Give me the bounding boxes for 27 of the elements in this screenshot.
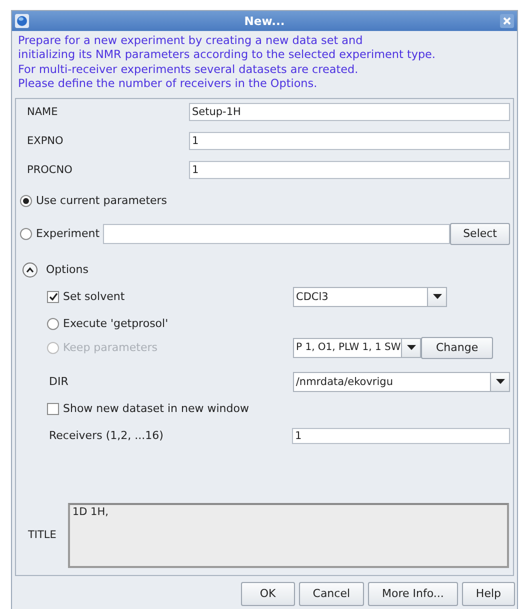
option-label: DIR — [49, 375, 68, 388]
input-field[interactable]: 1 — [189, 160, 510, 179]
field-label: PROCNO — [26, 164, 74, 176]
dialog-button[interactable]: Help — [462, 582, 515, 606]
input-field[interactable]: Setup-1H — [189, 102, 510, 121]
dropdown[interactable]: CDCl3 — [293, 286, 447, 307]
dialog-button[interactable]: More Info... — [368, 582, 458, 606]
field-label: EXPNO — [26, 134, 64, 147]
title-text-area[interactable]: 1D 1H, — [68, 502, 509, 568]
input-field[interactable]: 1 — [189, 132, 510, 150]
field-label: NAME — [26, 106, 59, 118]
field-label: TITLE — [27, 529, 58, 542]
option-label: Receivers (1,2, ...16) — [49, 429, 164, 442]
instructions-text: Prepare for a new experiment by creating a new data set and initializing its NMR parameters according to the selected experiment type. For multi-receiver experiments several datasets are created. Please define the number of receivers in the Options. — [17, 33, 436, 92]
dropdown[interactable]: /nmrdata/ekovrigu — [292, 372, 510, 392]
radio-label: Use current parameters — [36, 194, 168, 208]
radio-label: Experiment — [36, 227, 100, 240]
window-title: New... — [243, 14, 286, 28]
options-label: Options — [46, 263, 88, 276]
dialog-button[interactable]: OK — [240, 582, 295, 606]
dialog-button[interactable]: Cancel — [298, 582, 364, 606]
option-label: Execute 'getprosol' — [63, 317, 168, 330]
option-label: Keep parameters — [63, 341, 158, 354]
option-label: Set solvent — [63, 290, 125, 304]
select-button[interactable]: Select — [450, 222, 510, 245]
input-field[interactable]: 1 — [292, 428, 510, 444]
option-label: Show new dataset in new window — [63, 402, 249, 416]
